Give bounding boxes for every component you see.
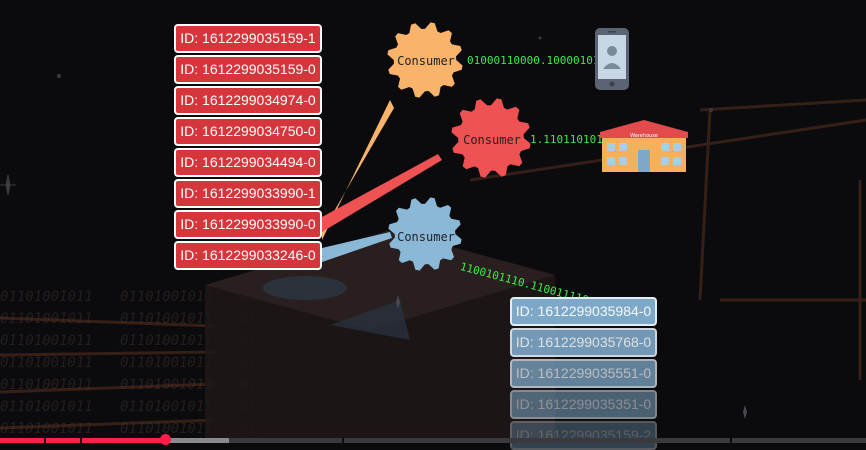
consumer-label-3: Consumer xyxy=(397,230,455,244)
video-stage[interactable]: 01101001011 xyxy=(0,0,866,450)
warehouse-icon: Warehouse xyxy=(600,120,688,172)
chapter-marker xyxy=(342,438,344,443)
output-entry[interactable]: ID: 1612299035159-2 xyxy=(510,421,657,450)
output-entry[interactable]: ID: 1612299035551-0 xyxy=(510,359,657,388)
binary-stream-1: 01000110000.100001010 xyxy=(467,54,607,67)
progress-played xyxy=(0,438,165,443)
progress-scrubber[interactable] xyxy=(159,434,171,445)
video-progress-bar[interactable] xyxy=(0,434,866,445)
chapter-marker xyxy=(80,438,82,443)
chapter-marker xyxy=(730,438,732,443)
output-entry[interactable]: ID: 1612299035768-0 xyxy=(510,328,657,357)
consumer-label-2: Consumer xyxy=(463,133,521,147)
phone-icon xyxy=(595,28,629,90)
warehouse-sign: Warehouse xyxy=(630,133,658,139)
output-entry[interactable]: ID: 1612299035984-0 xyxy=(510,297,657,326)
consumer-label-1: Consumer xyxy=(397,54,455,68)
output-entry[interactable]: ID: 1612299035351-0 xyxy=(510,390,657,419)
binary-stream-2: 1.110110101 xyxy=(530,133,603,146)
chapter-marker xyxy=(44,438,46,443)
